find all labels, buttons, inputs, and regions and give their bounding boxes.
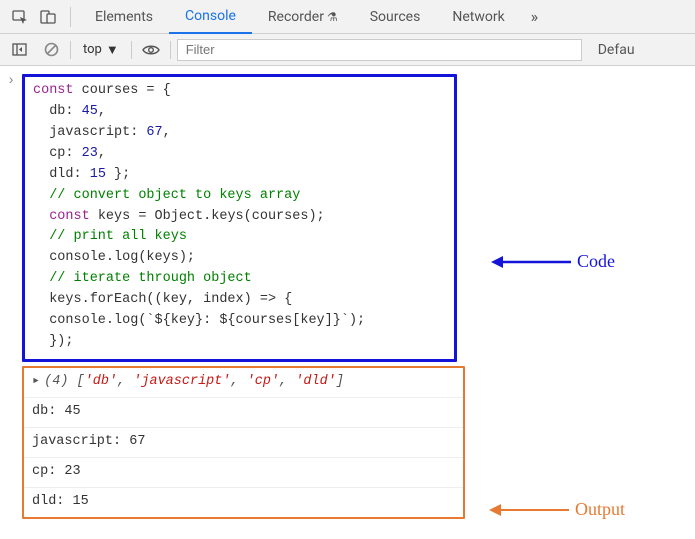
code-block: const courses = { db: 45, javascript: 67… xyxy=(33,81,446,353)
device-toolbar-icon[interactable] xyxy=(34,3,62,31)
console-log-line: dld: 15 xyxy=(24,488,463,517)
context-selector[interactable]: top ▼ xyxy=(77,42,125,58)
console-toolbar: top ▼ Defau xyxy=(0,34,695,66)
live-expression-icon[interactable] xyxy=(138,37,164,63)
tab-sources[interactable]: Sources xyxy=(354,0,437,34)
separator xyxy=(70,7,71,27)
filter-input[interactable] xyxy=(177,39,582,61)
arrow-left-icon xyxy=(489,500,569,520)
output-annotation-box: ▸(4) ['db', 'javascript', 'cp', 'dld'] d… xyxy=(22,366,465,519)
tab-elements[interactable]: Elements xyxy=(79,0,169,34)
input-prompt-icon xyxy=(0,72,22,93)
context-label: top xyxy=(83,42,102,57)
console-output-area: const courses = { db: 45, javascript: 67… xyxy=(0,66,695,519)
expand-icon[interactable]: ▸ xyxy=(32,374,40,389)
console-log-line: cp: 23 xyxy=(24,458,463,488)
output-annotation-label: Output xyxy=(489,496,625,524)
tab-recorder[interactable]: Recorder⚗ xyxy=(252,0,354,34)
more-tabs-icon[interactable]: » xyxy=(521,7,549,26)
devtools-tabbar: Elements Console Recorder⚗ Sources Netwo… xyxy=(0,0,695,34)
flask-icon: ⚗ xyxy=(327,10,338,24)
console-log-line: javascript: 67 xyxy=(24,428,463,458)
toggle-sidebar-icon[interactable] xyxy=(6,37,32,63)
arrow-left-icon xyxy=(491,252,571,272)
separator xyxy=(131,41,132,59)
code-annotation-box: const courses = { db: 45, javascript: 67… xyxy=(22,74,457,362)
clear-console-icon[interactable] xyxy=(38,37,64,63)
code-annotation-label: Code xyxy=(491,248,615,276)
tab-recorder-label: Recorder xyxy=(268,9,324,25)
console-log-array[interactable]: ▸(4) ['db', 'javascript', 'cp', 'dld'] xyxy=(24,368,463,398)
select-element-icon[interactable] xyxy=(6,3,34,31)
separator xyxy=(70,41,71,59)
log-levels-dropdown[interactable]: Defau xyxy=(588,42,635,58)
console-log-line: db: 45 xyxy=(24,398,463,428)
chevron-down-icon: ▼ xyxy=(106,42,119,58)
tab-console[interactable]: Console xyxy=(169,0,252,34)
separator xyxy=(170,41,171,59)
console-input-row: const courses = { db: 45, javascript: 67… xyxy=(0,72,695,364)
tab-network[interactable]: Network xyxy=(436,0,520,34)
